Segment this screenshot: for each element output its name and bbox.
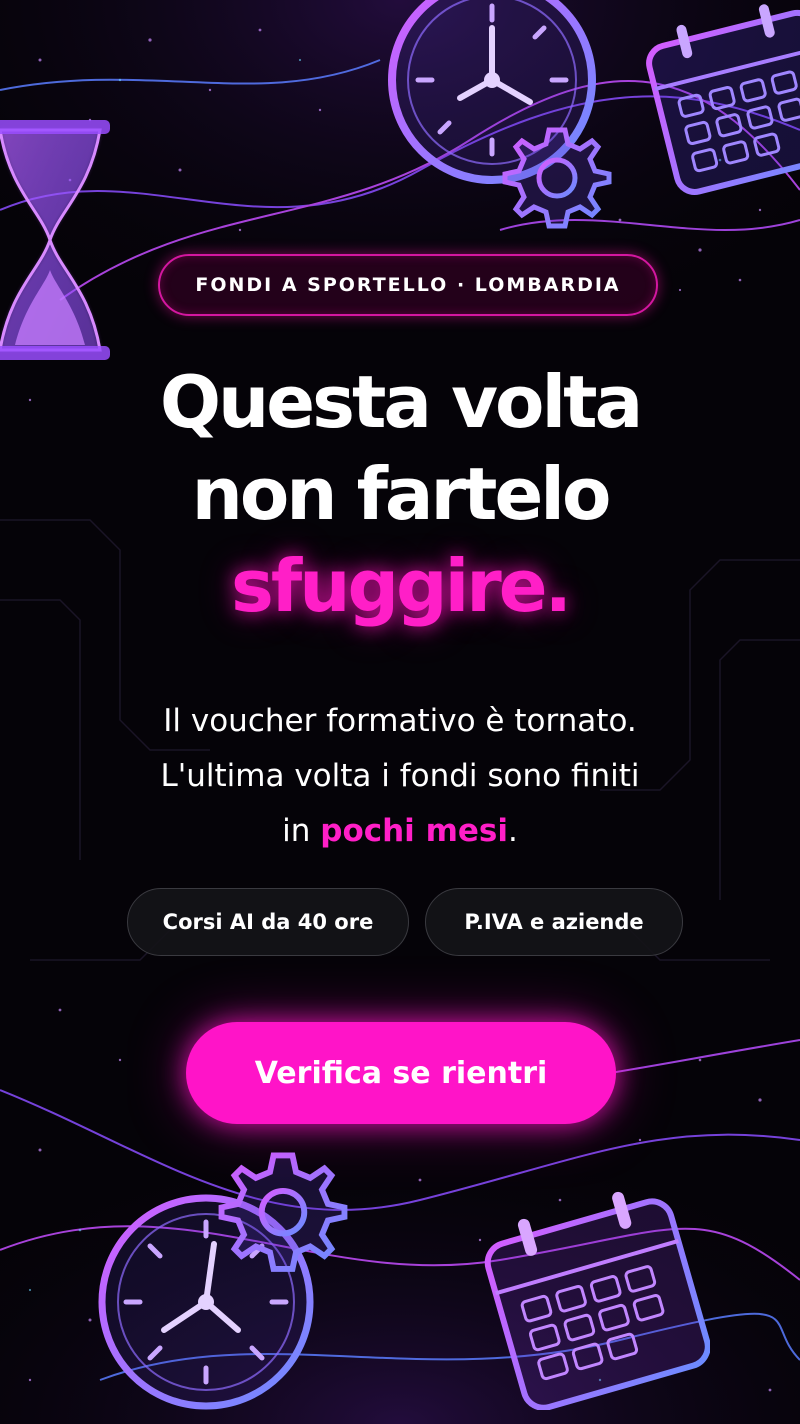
body-highlight: pochi mesi: [320, 813, 509, 849]
body-line-3-prefix: in: [282, 813, 321, 849]
body-copy: Il voucher formativo è tornato. L'ultima…: [0, 694, 800, 859]
calendar-icon: [646, 4, 800, 195]
headline: Questa volta non fartelo sfuggire.: [0, 356, 800, 632]
category-badge: FONDI A SPORTELLO · LOMBARDIA: [158, 254, 658, 316]
gear-icon: [502, 127, 612, 229]
category-badge-label: FONDI A SPORTELLO · LOMBARDIA: [195, 274, 621, 296]
body-line-1: Il voucher formativo è tornato.: [163, 703, 637, 739]
headline-accent: sfuggire.: [231, 544, 572, 628]
gear-icon: [218, 1152, 348, 1272]
body-line-3-suffix: .: [508, 813, 518, 849]
headline-line-2: non fartelo: [191, 452, 612, 536]
body-line-2: L'ultima volta i fondi sono finiti: [160, 758, 640, 794]
feature-pill-label: P.IVA e aziende: [464, 910, 644, 934]
verify-eligibility-button[interactable]: Verifica se rientri: [186, 1022, 616, 1124]
headline-line-1: Questa volta: [159, 360, 643, 444]
hourglass-icon: [0, 120, 110, 360]
calendar-icon: [484, 1191, 710, 1410]
feature-pill-label: Corsi AI da 40 ore: [162, 910, 374, 934]
body-line-3: in pochi mesi.: [0, 804, 800, 859]
feature-pill-courses: Corsi AI da 40 ore: [127, 888, 409, 956]
feature-pill-audience: P.IVA e aziende: [425, 888, 683, 956]
